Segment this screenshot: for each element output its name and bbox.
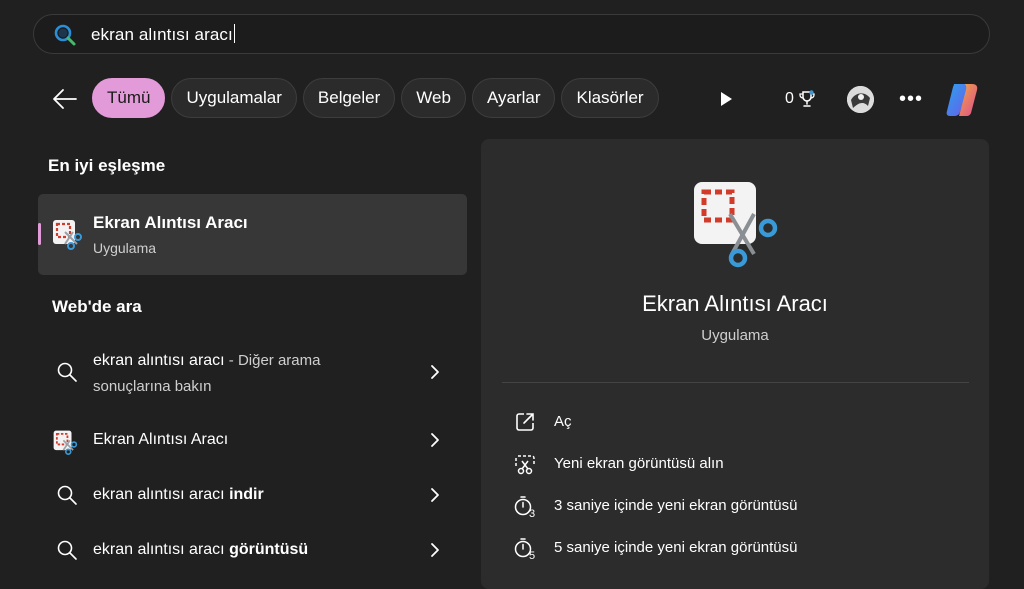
snipping-tool-large-icon bbox=[694, 182, 778, 268]
best-match-subtitle: Uygulama bbox=[93, 240, 157, 256]
copilot-icon[interactable] bbox=[942, 80, 982, 120]
search-bar[interactable]: ekran alıntısı aracı bbox=[33, 14, 990, 54]
action-snip-3s[interactable]: 3 3 saniye içinde yeni ekran görüntüsü bbox=[513, 494, 843, 518]
selection-indicator bbox=[38, 223, 41, 245]
detail-title: Ekran Alıntısı Aracı bbox=[642, 291, 828, 316]
user-avatar[interactable] bbox=[847, 86, 874, 113]
chevron-right-icon bbox=[431, 543, 439, 557]
web-result-app-label: Ekran Alıntısı Aracı bbox=[93, 431, 229, 448]
best-match-result[interactable]: Ekran Alıntısı Aracı Uygulama bbox=[38, 194, 467, 275]
open-icon bbox=[516, 413, 534, 431]
search-icon bbox=[57, 362, 77, 382]
web-suggestion-text: ekran alıntısı aracı görüntüsü bbox=[93, 541, 309, 558]
chevron-right-icon bbox=[431, 488, 439, 502]
filter-chip-apps[interactable]: Uygulamalar bbox=[171, 78, 297, 118]
snipping-tool-icon bbox=[53, 220, 82, 250]
points-count: 0 bbox=[785, 90, 794, 107]
trophy-icon bbox=[799, 90, 815, 107]
web-suggestion-image[interactable]: ekran alıntısı aracı görüntüsü bbox=[38, 535, 467, 567]
back-arrow-icon[interactable] bbox=[50, 86, 80, 112]
action-new-snip[interactable]: Yeni ekran görüntüsü alın bbox=[513, 452, 813, 476]
search-icon bbox=[57, 540, 77, 560]
detail-panel: Ekran Alıntısı Aracı Uygulama Aç Yeni ek… bbox=[481, 139, 989, 589]
web-result-text: ekran alıntısı aracı - Diğer arama sonuç… bbox=[93, 352, 321, 395]
avatar-image bbox=[847, 86, 874, 113]
web-search-heading: Web'de ara bbox=[52, 297, 142, 316]
snipping-tool-icon bbox=[53, 430, 78, 455]
detail-subtitle: Uygulama bbox=[701, 327, 769, 344]
search-icon bbox=[57, 485, 77, 505]
svg-text:3: 3 bbox=[529, 508, 535, 518]
best-match-title: Ekran Alıntısı Aracı bbox=[93, 213, 248, 232]
filter-tabs: Tümü Uygulamalar Belgeler Web Ayarlar Kl… bbox=[92, 78, 659, 118]
divider bbox=[502, 382, 969, 383]
svg-text:5: 5 bbox=[529, 550, 535, 560]
rewards-points[interactable]: 0 bbox=[785, 89, 817, 109]
action-open[interactable]: Aç bbox=[513, 410, 713, 434]
web-result-more[interactable]: ekran alıntısı aracı - Diğer arama sonuç… bbox=[38, 345, 467, 405]
web-result-app[interactable]: Ekran Alıntısı Aracı bbox=[38, 425, 467, 457]
snip-icon bbox=[515, 455, 535, 475]
search-icon bbox=[54, 24, 76, 46]
action-snip-5s[interactable]: 5 5 saniye içinde yeni ekran görüntüsü bbox=[513, 536, 843, 560]
search-input[interactable]: ekran alıntısı aracı bbox=[91, 24, 235, 45]
timer-5-icon: 5 bbox=[514, 538, 535, 560]
filter-chip-folders[interactable]: Klasörler bbox=[561, 78, 659, 118]
timer-3-icon: 3 bbox=[514, 496, 535, 518]
filter-chip-web[interactable]: Web bbox=[401, 78, 466, 118]
chevron-right-icon bbox=[431, 433, 439, 447]
more-filters-play-icon[interactable] bbox=[712, 86, 738, 112]
best-match-heading: En iyi eşleşme bbox=[48, 156, 166, 175]
more-options-icon[interactable]: ••• bbox=[898, 86, 924, 112]
chevron-right-icon bbox=[431, 365, 439, 379]
filter-chip-documents[interactable]: Belgeler bbox=[302, 78, 396, 118]
web-suggestion-text: ekran alıntısı aracı indir bbox=[93, 486, 264, 503]
web-suggestion-download[interactable]: ekran alıntısı aracı indir bbox=[38, 480, 467, 512]
filter-chip-all[interactable]: Tümü bbox=[92, 78, 166, 118]
filter-chip-settings[interactable]: Ayarlar bbox=[471, 78, 556, 118]
